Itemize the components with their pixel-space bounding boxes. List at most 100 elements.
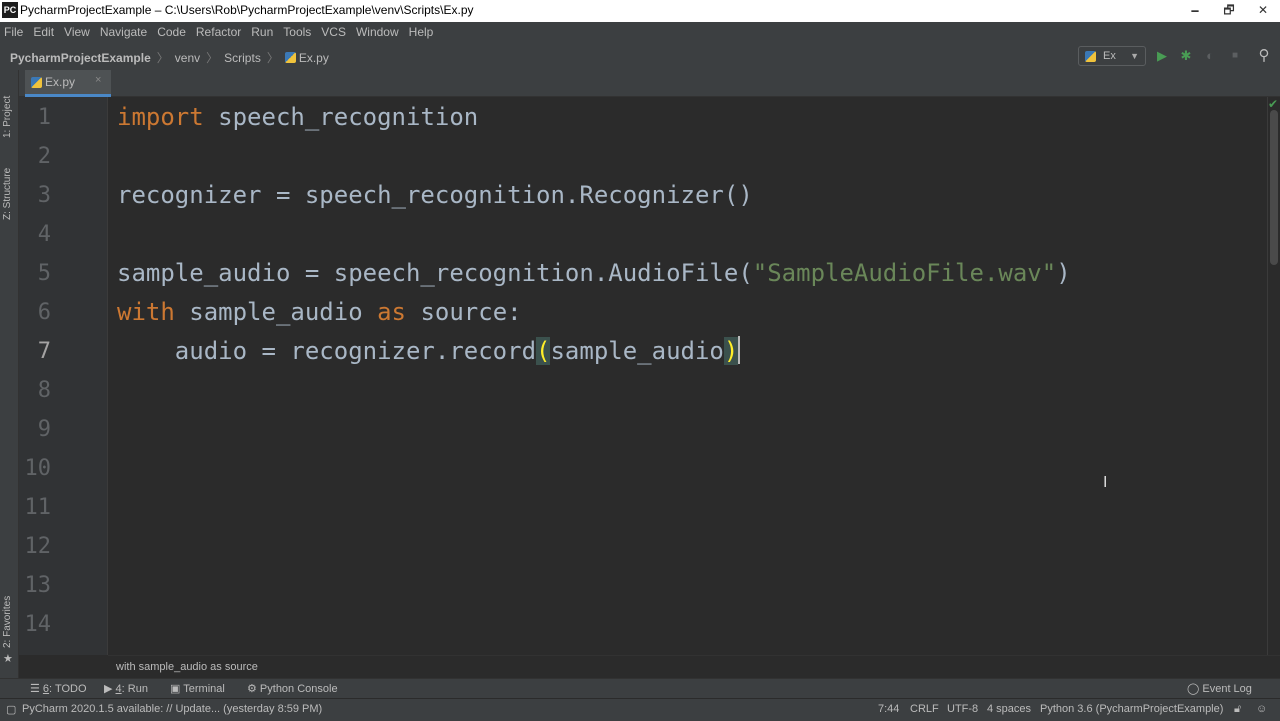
status-bar: ▢ PyCharm 2020.1.5 available: // Update.… bbox=[0, 698, 1280, 721]
menu-file[interactable]: File bbox=[0, 25, 29, 39]
breadcrumb-project[interactable]: PycharmProjectExample bbox=[10, 51, 151, 65]
event-log-tool-button[interactable]: ◯ Event Log bbox=[1187, 682, 1252, 695]
code-text: speech_recognition bbox=[203, 103, 479, 131]
menu-code[interactable]: Code bbox=[153, 25, 192, 39]
matched-brace: ) bbox=[723, 337, 739, 365]
search-icon[interactable]: ⚲ bbox=[1256, 48, 1272, 64]
run-configuration-select[interactable]: Ex ▼ bbox=[1078, 46, 1146, 66]
run-icon[interactable]: ▶ bbox=[1154, 48, 1170, 64]
menu-refactor[interactable]: Refactor bbox=[192, 25, 247, 39]
python-file-icon bbox=[284, 52, 296, 63]
menu-navigate[interactable]: Navigate bbox=[96, 25, 153, 39]
code-text: sample_audio bbox=[174, 298, 378, 326]
line-number: 2 bbox=[37, 144, 51, 169]
chevron-down-icon: ▼ bbox=[1130, 51, 1139, 61]
breadcrumb-separator: 〉 bbox=[266, 51, 279, 65]
inspection-ok-icon[interactable]: ✔ bbox=[1268, 97, 1278, 111]
window-controls: 🗕 🗗 ✕ bbox=[1178, 0, 1280, 22]
code-text: source: bbox=[406, 298, 522, 326]
tool-label: Terminal bbox=[183, 683, 225, 695]
tool-window-bar: ☰ 6: TODO ▶ 4: Run ▣ Terminal ⚙ Python C… bbox=[0, 678, 1280, 699]
menu-view[interactable]: View bbox=[60, 25, 96, 39]
code-text: ) bbox=[1056, 259, 1071, 287]
hector-icon[interactable]: ☺ bbox=[1256, 703, 1267, 715]
text-caret bbox=[738, 336, 741, 364]
title-bar: PC PycharmProjectExample – C:\Users\Rob\… bbox=[0, 0, 1280, 23]
breadcrumb-separator: 〉 bbox=[156, 51, 169, 65]
line-number: 9 bbox=[37, 417, 51, 442]
menu-bar: File Edit View Navigate Code Refactor Ru… bbox=[0, 22, 1280, 42]
terminal-tool-button[interactable]: ▣ Terminal bbox=[170, 682, 225, 695]
stop-icon[interactable]: ■ bbox=[1227, 48, 1243, 64]
run-configuration-label: Ex bbox=[1103, 50, 1116, 62]
close-tab-icon[interactable]: × bbox=[95, 74, 101, 86]
code-line-3: recognizer = speech_recognition.Recogniz… bbox=[117, 181, 753, 209]
indent-setting[interactable]: 4 spaces bbox=[987, 703, 1031, 715]
breadcrumb-venv[interactable]: venv bbox=[175, 51, 200, 65]
star-icon: ★ bbox=[3, 653, 13, 665]
line-number: 6 bbox=[37, 300, 51, 325]
run-with-coverage-icon[interactable]: ◐ bbox=[1202, 48, 1218, 64]
breadcrumb: PycharmProjectExample 〉 venv 〉 Scripts 〉… bbox=[10, 49, 329, 66]
tool-label: : Run bbox=[121, 683, 148, 695]
tool-label: Python Console bbox=[259, 683, 338, 695]
breadcrumb-scripts[interactable]: Scripts bbox=[224, 51, 261, 65]
tool-label: : TODO bbox=[49, 683, 87, 695]
python-console-tool-button[interactable]: ⚙ Python Console bbox=[247, 682, 338, 695]
menu-help[interactable]: Help bbox=[405, 25, 440, 39]
code-text: sample_audio = speech_recognition.AudioF… bbox=[117, 259, 753, 287]
line-number: 8 bbox=[37, 378, 51, 403]
code-line-5: sample_audio = speech_recognition.AudioF… bbox=[117, 254, 1071, 293]
minimize-button[interactable]: 🗕 bbox=[1178, 0, 1212, 20]
pycharm-logo-icon: PC bbox=[2, 2, 18, 18]
tab-ex-py[interactable]: Ex.py × bbox=[25, 70, 111, 97]
caret-position[interactable]: 7:44 bbox=[878, 703, 899, 715]
tab-label: Ex.py bbox=[45, 75, 76, 89]
code-line-1: import speech_recognition bbox=[117, 98, 478, 137]
code-line-6: with sample_audio as source: bbox=[117, 293, 522, 332]
code-line-7: audio = recognizer.record(sample_audio) bbox=[117, 332, 741, 371]
line-separator[interactable]: CRLF bbox=[910, 703, 939, 715]
restore-button[interactable]: 🗗 bbox=[1212, 0, 1246, 20]
file-encoding[interactable]: UTF-8 bbox=[947, 703, 978, 715]
line-number: 12 bbox=[24, 534, 52, 559]
debug-icon[interactable]: ✱ bbox=[1178, 48, 1194, 64]
text-cursor-ibeam-icon: I bbox=[1103, 474, 1108, 491]
code-context-hint[interactable]: with sample_audio as source bbox=[116, 656, 258, 678]
menu-tools[interactable]: Tools bbox=[279, 25, 317, 39]
keyword: import bbox=[117, 103, 204, 131]
line-number: 4 bbox=[37, 222, 51, 247]
line-number-gutter: 1 2 3 4 5 6 7 8 9 10 11 12 13 14 bbox=[19, 97, 108, 655]
menu-vcs[interactable]: VCS bbox=[317, 25, 352, 39]
code-text: audio = recognizer.record bbox=[117, 337, 537, 365]
string-literal: "SampleAudioFile.wav" bbox=[752, 259, 1057, 287]
line-number: 13 bbox=[24, 573, 52, 598]
update-message[interactable]: PyCharm 2020.1.5 available: // Update...… bbox=[22, 703, 322, 715]
tool-label: Event Log bbox=[1202, 683, 1252, 695]
lock-icon[interactable]: 🔓︎ bbox=[1234, 703, 1241, 716]
status-toggle-icon[interactable]: ▢ bbox=[6, 703, 16, 716]
code-editor[interactable]: import speech_recognition recognizer = s… bbox=[108, 97, 1267, 655]
todo-tool-button[interactable]: ☰ 6: TODO bbox=[30, 682, 87, 695]
line-number: 3 bbox=[37, 183, 51, 208]
line-number: 5 bbox=[37, 261, 51, 286]
run-tool-button[interactable]: ▶ 4: Run bbox=[104, 682, 148, 695]
close-window-button[interactable]: ✕ bbox=[1246, 0, 1280, 20]
code-breadcrumb-bar: with sample_audio as source bbox=[108, 655, 1280, 679]
scrollbar-thumb[interactable] bbox=[1270, 110, 1278, 265]
breadcrumb-separator: 〉 bbox=[206, 51, 219, 65]
keyword: as bbox=[377, 298, 406, 326]
line-number-current: 7 bbox=[37, 339, 51, 364]
menu-window[interactable]: Window bbox=[352, 25, 405, 39]
menu-edit[interactable]: Edit bbox=[29, 25, 60, 39]
line-number: 10 bbox=[24, 456, 52, 481]
python-interpreter[interactable]: Python 3.6 (PycharmProjectExample) bbox=[1040, 703, 1223, 715]
line-number: 14 bbox=[24, 612, 52, 637]
code-text: sample_audio bbox=[550, 337, 724, 365]
window-title: PycharmProjectExample – C:\Users\Rob\Pyc… bbox=[20, 3, 474, 17]
python-file-icon bbox=[1085, 51, 1096, 62]
keyword: with bbox=[117, 298, 175, 326]
matched-brace: ( bbox=[536, 337, 551, 365]
breadcrumb-file[interactable]: Ex.py bbox=[299, 51, 329, 65]
menu-run[interactable]: Run bbox=[247, 25, 279, 39]
